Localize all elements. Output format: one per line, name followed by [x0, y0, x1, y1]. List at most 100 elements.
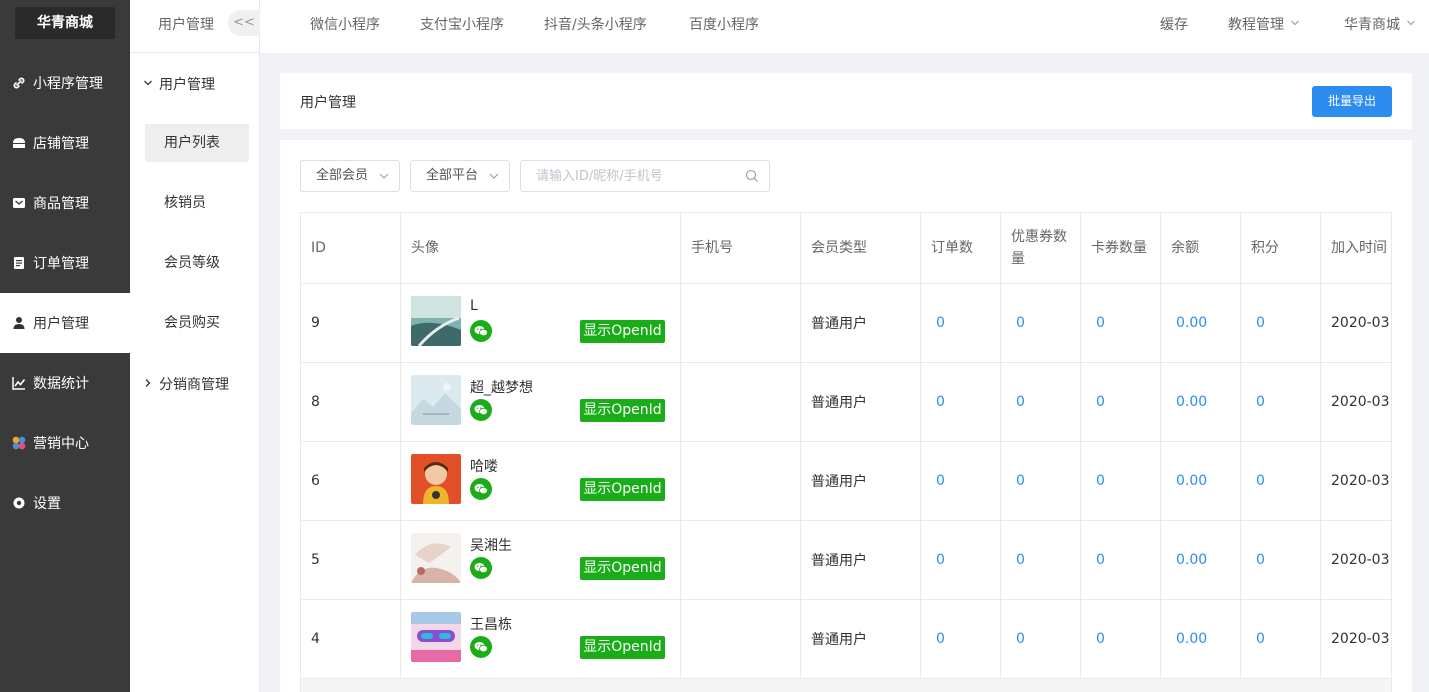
cell-cards[interactable]: 0	[1081, 442, 1161, 520]
member-filter-select[interactable]: 全部会员	[300, 160, 400, 192]
batch-export-button[interactable]: 批量导出	[1312, 86, 1392, 117]
cell-joined: 2020-03	[1331, 552, 1390, 568]
collapse-button[interactable]: <<	[228, 10, 260, 36]
cell-cards[interactable]: 0	[1081, 600, 1161, 678]
tutorial-label: 教程管理	[1228, 17, 1284, 33]
cell-points[interactable]: 0	[1241, 284, 1321, 362]
cell-coupons[interactable]: 0	[1001, 363, 1081, 441]
cell-points[interactable]: 0	[1241, 600, 1321, 678]
cell-coupons[interactable]: 0	[1001, 442, 1081, 520]
nav-label: 店铺管理	[33, 136, 89, 152]
col-phone: 手机号	[681, 213, 801, 283]
chevron-down-icon	[379, 161, 389, 204]
cell-balance[interactable]: 0.00	[1161, 521, 1241, 599]
wechat-icon	[470, 399, 492, 421]
cell-orders[interactable]: 0	[921, 363, 1001, 441]
show-openid-button[interactable]: 显示OpenId	[580, 320, 665, 343]
nav-label: 商品管理	[33, 196, 89, 212]
tab-baidu-mini[interactable]: 百度小程序	[689, 14, 759, 34]
wechat-icon	[470, 478, 492, 500]
nickname: 吴湘生	[470, 538, 512, 554]
cell-balance[interactable]: 0.00	[1161, 284, 1241, 362]
nav-item-goods[interactable]: 商品管理	[0, 173, 130, 233]
cell-balance[interactable]: 0.00	[1161, 600, 1241, 678]
cell-joined: 2020-03	[1331, 315, 1390, 331]
user-list-card: 全部会员 全部平台 ID 头像 手机号 会员类型 订单数 优惠券数量 卡券数量 …	[280, 140, 1412, 692]
tab-douyin-mini[interactable]: 抖音/头条小程序	[544, 14, 647, 34]
cell-points[interactable]: 0	[1241, 442, 1321, 520]
search-box	[520, 160, 770, 192]
tab-wechat-mini[interactable]: 微信小程序	[310, 14, 380, 34]
cell-coupons[interactable]: 0	[1001, 600, 1081, 678]
col-orders: 订单数	[921, 213, 1001, 283]
avatar	[411, 533, 461, 583]
cell-user: 吴湘生 显示OpenId	[401, 521, 681, 599]
sub-item-verifier[interactable]: 核销员	[145, 184, 249, 222]
nav-item-stats[interactable]: 数据统计	[0, 353, 130, 413]
nav-label: 营销中心	[33, 436, 89, 452]
search-icon[interactable]	[745, 169, 759, 183]
brand-logo[interactable]: 华青商城	[15, 7, 115, 39]
platform-filter-select[interactable]: 全部平台	[410, 160, 510, 192]
tab-alipay-mini[interactable]: 支付宝小程序	[420, 14, 504, 34]
sub-item-member-level[interactable]: 会员等级	[145, 244, 249, 282]
sub-sidebar-title: 用户管理	[158, 17, 214, 33]
nav-item-shop[interactable]: 店铺管理	[0, 113, 130, 173]
user-icon	[11, 315, 27, 331]
nav-item-order[interactable]: 订单管理	[0, 233, 130, 293]
shop-icon	[11, 135, 27, 151]
cell-orders[interactable]: 0	[921, 521, 1001, 599]
cell-points[interactable]: 0	[1241, 521, 1321, 599]
col-coupons: 优惠券数量	[1001, 213, 1081, 283]
wechat-icon	[470, 557, 492, 579]
cell-points[interactable]: 0	[1241, 363, 1321, 441]
cell-orders[interactable]: 0	[921, 284, 1001, 362]
cell-orders[interactable]: 0	[921, 600, 1001, 678]
nickname: 超_越梦想	[470, 380, 533, 396]
chevron-down-icon	[1406, 18, 1416, 31]
cell-cards[interactable]: 0	[1081, 363, 1161, 441]
tutorial-menu[interactable]: 教程管理	[1228, 14, 1300, 34]
nav-label: 小程序管理	[33, 76, 103, 92]
table-row: 8 超_越梦想 显示OpenId 普通用户 0 0 0 0.00 0 2020-…	[301, 363, 1391, 442]
chevron-right-icon	[143, 377, 157, 391]
sub-item-user-list[interactable]: 用户列表	[145, 124, 249, 162]
nav-item-marketing[interactable]: 营销中心	[0, 413, 130, 473]
group-distributor[interactable]: 分销商管理	[143, 374, 229, 394]
cell-coupons[interactable]: 0	[1001, 284, 1081, 362]
nav-item-miniprogram[interactable]: 小程序管理	[0, 53, 130, 113]
cell-id: 8	[301, 363, 401, 441]
cell-cards[interactable]: 0	[1081, 521, 1161, 599]
show-openid-button[interactable]: 显示OpenId	[580, 399, 665, 422]
group-user-management[interactable]: 用户管理	[143, 74, 215, 94]
avatar	[411, 296, 461, 346]
nav-label: 数据统计	[33, 376, 89, 392]
col-id: ID	[301, 213, 401, 283]
col-points: 积分	[1241, 213, 1321, 283]
cell-id: 6	[301, 442, 401, 520]
cell-balance[interactable]: 0.00	[1161, 442, 1241, 520]
cell-cards[interactable]: 0	[1081, 284, 1161, 362]
cell-coupons[interactable]: 0	[1001, 521, 1081, 599]
nav-item-settings[interactable]: 设置	[0, 473, 130, 533]
marketing-icon	[11, 435, 27, 451]
nav-label: 用户管理	[33, 316, 89, 332]
table-row: 6 哈喽 显示OpenId 普通用户 0 0 0 0.00 0 2020-03	[301, 442, 1391, 521]
store-menu[interactable]: 华青商城	[1344, 14, 1416, 34]
show-openid-button[interactable]: 显示OpenId	[580, 557, 665, 580]
cache-link[interactable]: 缓存	[1160, 14, 1188, 34]
cell-user: 王昌栋 显示OpenId	[401, 600, 681, 678]
show-openid-button[interactable]: 显示OpenId	[580, 478, 665, 501]
cell-balance[interactable]: 0.00	[1161, 363, 1241, 441]
sub-item-member-purchase[interactable]: 会员购买	[145, 304, 249, 342]
cell-member-type: 普通用户	[801, 363, 921, 441]
search-input[interactable]	[521, 161, 741, 191]
table-header-row: ID 头像 手机号 会员类型 订单数 优惠券数量 卡券数量 余额 积分 加入时间	[301, 213, 1391, 284]
nav-item-user[interactable]: 用户管理	[0, 293, 130, 353]
table-row: 4 王昌栋 显示OpenId 普通用户 0 0 0 0.00 0 2020-03	[301, 600, 1391, 679]
group-label: 分销商管理	[159, 377, 229, 393]
main-sidebar: 华青商城 小程序管理 店铺管理 商品管理 订单管理 用户管理 数据统计 营销中心…	[0, 0, 130, 692]
cell-orders[interactable]: 0	[921, 442, 1001, 520]
cell-id: 4	[301, 600, 401, 678]
show-openid-button[interactable]: 显示OpenId	[580, 636, 665, 659]
